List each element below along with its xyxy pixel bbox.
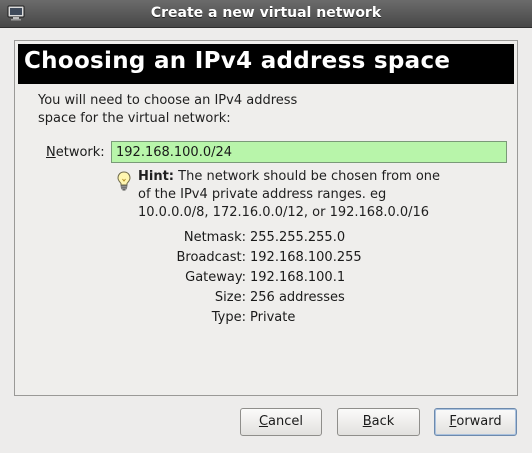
hint-text: Hint: The network should be chosen from … [138,168,478,222]
type-label: Type: [211,310,246,325]
broadcast-value: 192.168.100.255 [250,250,362,265]
hint-line-3: 10.0.0.0/8, 172.16.0.0/12, or 192.168.0.… [138,205,430,220]
network-address-input[interactable] [111,141,507,163]
gateway-label: Gateway: [185,270,246,285]
network-label-mnemonic: N [46,145,56,160]
hint-bold-label: Hint: [138,169,175,184]
size-row: Size: 256 addresses [110,290,510,308]
broadcast-row: Broadcast: 192.168.100.255 [110,250,510,268]
hint-line-1: Hint: The network should be chosen from … [138,168,478,186]
network-label: Network: [46,145,105,160]
forward-button[interactable]: Forward [434,408,517,436]
page-banner: Choosing an IPv4 address space [18,44,514,84]
gateway-value: 192.168.100.1 [250,270,346,285]
forward-label-rest: orward [456,414,502,429]
intro-line-1: You will need to choose an IPv4 address [38,93,298,108]
back-label-rest: ack [371,414,395,429]
cancel-button[interactable]: Cancel [240,408,322,436]
gateway-row: Gateway: 192.168.100.1 [110,270,510,288]
hint-line-2: of the IPv4 private address ranges. eg [138,187,387,202]
netmask-value: 255.255.255.0 [250,230,346,245]
title-bar[interactable]: Create a new virtual network [0,0,532,28]
intro-text: You will need to choose an IPv4 address … [38,92,338,128]
type-row: Type: Private [110,310,510,328]
hint-line-1-text: The network should be chosen from one [174,169,441,184]
dialog-window: Create a new virtual network Choosing an… [0,0,532,453]
page-title: Choosing an IPv4 address space [24,48,451,74]
broadcast-label: Broadcast: [176,250,246,265]
cancel-label-rest: ancel [268,414,304,429]
netmask-label: Netmask: [183,230,246,245]
size-value: 256 addresses [250,290,345,305]
back-mnemonic: B [362,414,372,429]
network-label-rest: etwork: [55,145,105,160]
size-label: Size: [214,290,246,305]
back-button[interactable]: Back [337,408,420,436]
type-value: Private [250,310,296,325]
lightbulb-icon [117,171,131,191]
cancel-mnemonic: C [258,414,269,429]
netmask-row: Netmask: 255.255.255.0 [110,230,510,248]
window-title: Create a new virtual network [150,5,382,21]
intro-line-2: space for the virtual network: [38,111,231,126]
